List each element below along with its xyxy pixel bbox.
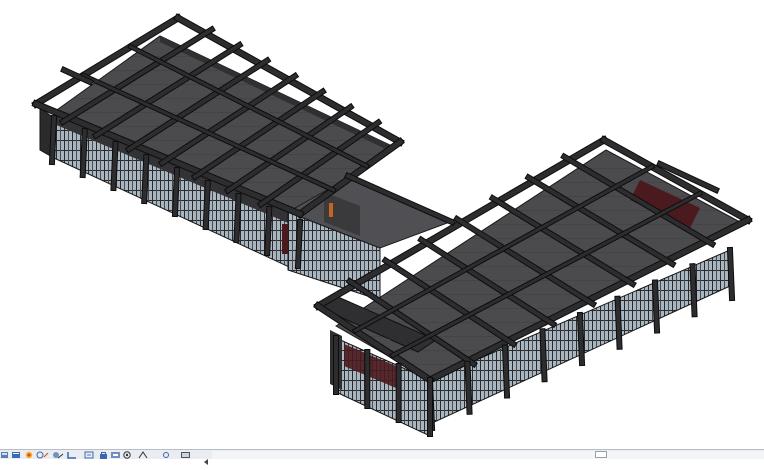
highlight-displacement-icon[interactable] <box>162 451 172 459</box>
west-column <box>49 115 57 165</box>
connector-orange-door <box>329 203 333 217</box>
sun-path-icon[interactable] <box>36 451 49 459</box>
connector-red-panel <box>282 224 288 254</box>
visual-style-icon[interactable] <box>24 451 34 459</box>
render-icon[interactable] <box>180 451 190 459</box>
west-column <box>265 206 272 256</box>
scale-icon[interactable] <box>0 451 10 459</box>
shadows-icon[interactable] <box>52 451 64 459</box>
reveal-hidden-icon[interactable] <box>122 451 132 459</box>
east-column <box>652 280 660 333</box>
west-column <box>142 154 149 204</box>
lock-view-icon[interactable] <box>98 451 108 459</box>
west-column <box>234 193 241 243</box>
east-column <box>615 296 622 349</box>
view-control-bar <box>0 449 764 465</box>
west-column <box>172 167 180 217</box>
analytical-model-icon[interactable] <box>138 451 148 459</box>
west-column <box>111 141 118 191</box>
scroll-left-arrow-icon[interactable] <box>202 451 210 465</box>
east-column <box>502 345 510 398</box>
building-model[interactable] <box>0 0 764 449</box>
scroll-thumb[interactable] <box>595 451 608 458</box>
east-column <box>727 247 735 301</box>
temporary-hide-icon[interactable] <box>110 451 120 459</box>
horizontal-scrollbar[interactable] <box>212 451 764 459</box>
east-column <box>540 329 547 382</box>
east-column <box>465 361 472 414</box>
crop-view-icon[interactable] <box>66 451 76 459</box>
west-column <box>80 128 87 178</box>
east-column <box>577 312 585 366</box>
show-crop-icon[interactable] <box>84 451 94 459</box>
east-column <box>690 264 697 317</box>
west-column <box>203 180 210 230</box>
west-column <box>295 219 303 269</box>
3d-viewport[interactable] <box>0 0 764 449</box>
detail-level-icon[interactable] <box>11 451 21 459</box>
